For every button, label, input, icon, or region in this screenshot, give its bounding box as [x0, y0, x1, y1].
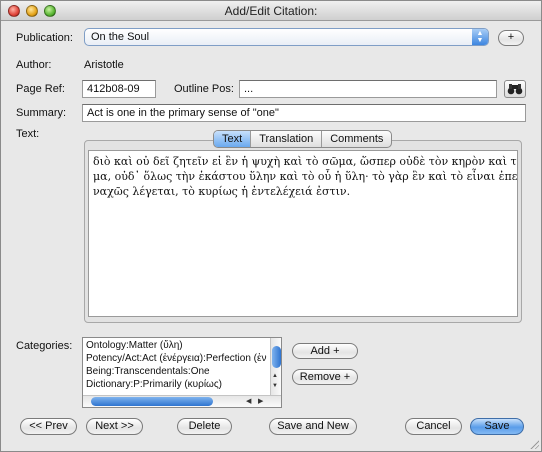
list-item[interactable]: Being:Transcendentals:One: [86, 366, 270, 377]
summary-label: Summary:: [16, 107, 67, 119]
text-line: μα, οὐδ᾽ ὅλως τὴν ἑκάστου ὕλην καὶ τὸ οὗ…: [93, 170, 518, 183]
list-item[interactable]: Dictionary:P:Primarily (κυρίως): [86, 379, 270, 390]
outline-pos-field[interactable]: ...: [239, 80, 497, 98]
horizontal-scroll-thumb[interactable]: [91, 397, 213, 406]
author-value: Aristotle: [84, 59, 124, 71]
prev-button[interactable]: << Prev: [20, 418, 77, 435]
publication-label: Publication:: [16, 32, 73, 44]
text-label: Text:: [16, 128, 40, 140]
text-line: ναχῶς λέγεται, τὸ κυρίως ἡ ἐντελέχειά ἐσ…: [93, 185, 351, 198]
add-publication-button[interactable]: +: [498, 30, 524, 46]
outline-link-button[interactable]: [504, 80, 526, 98]
tab-text[interactable]: Text: [214, 131, 252, 147]
scroll-up-icon[interactable]: ▲: [272, 373, 278, 379]
add-edit-citation-window: Add/Edit Citation: Publication: On the S…: [0, 0, 542, 452]
text-line: διὸ καὶ οὐ δεῖ ζητεῖν εἰ ἓν ἡ ψυχὴ καὶ τ…: [93, 155, 518, 168]
save-and-new-button[interactable]: Save and New: [269, 418, 357, 435]
citation-text-area[interactable]: διὸ καὶ οὐ δεῖ ζητεῖν εἰ ἓν ἡ ψυχὴ καὶ τ…: [88, 150, 518, 317]
tab-translation[interactable]: Translation: [251, 131, 323, 147]
next-button[interactable]: Next >>: [86, 418, 143, 435]
delete-button[interactable]: Delete: [177, 418, 232, 435]
publication-value: On the Soul: [91, 31, 150, 43]
binoculars-icon: [507, 84, 523, 95]
title-bar[interactable]: Add/Edit Citation:: [1, 1, 541, 21]
tab-comments[interactable]: Comments: [322, 131, 391, 147]
page-ref-label: Page Ref:: [16, 83, 65, 95]
save-button[interactable]: Save: [470, 418, 524, 435]
publication-select[interactable]: On the Soul ▲ ▼: [84, 28, 489, 46]
author-label: Author:: [16, 59, 52, 71]
vertical-scroll-thumb[interactable]: [272, 346, 281, 368]
scroll-left-icon[interactable]: ◀: [246, 397, 251, 405]
scroll-down-icon[interactable]: ▼: [272, 383, 278, 389]
list-item[interactable]: Potency/Act:Act (ἐνέργεια):Perfection (ἐ…: [86, 353, 270, 364]
page-ref-field[interactable]: 412b08-09: [82, 80, 156, 98]
window-title: Add/Edit Citation:: [224, 4, 318, 18]
categories-vertical-scrollbar[interactable]: ▲ ▼: [270, 338, 281, 395]
cancel-button[interactable]: Cancel: [405, 418, 462, 435]
up-down-chevron-icon: ▲ ▼: [472, 29, 488, 45]
categories-list[interactable]: Ontology:Matter (ὕλη) Potency/Act:Act (ἐ…: [82, 337, 282, 408]
add-category-button[interactable]: Add +: [292, 343, 358, 359]
summary-field[interactable]: Act is one in the primary sense of "one": [82, 104, 526, 122]
categories-label: Categories:: [16, 340, 73, 352]
remove-category-button[interactable]: Remove +: [292, 369, 358, 385]
resize-grip-icon[interactable]: [529, 439, 539, 449]
scroll-right-icon[interactable]: ▶: [258, 397, 263, 405]
outline-pos-label: Outline Pos:: [174, 83, 234, 95]
list-item[interactable]: Ontology:Matter (ὕλη): [86, 340, 270, 351]
text-tabs: Text Translation Comments: [213, 130, 393, 148]
categories-horizontal-scrollbar[interactable]: ◀ ▶: [83, 395, 281, 407]
